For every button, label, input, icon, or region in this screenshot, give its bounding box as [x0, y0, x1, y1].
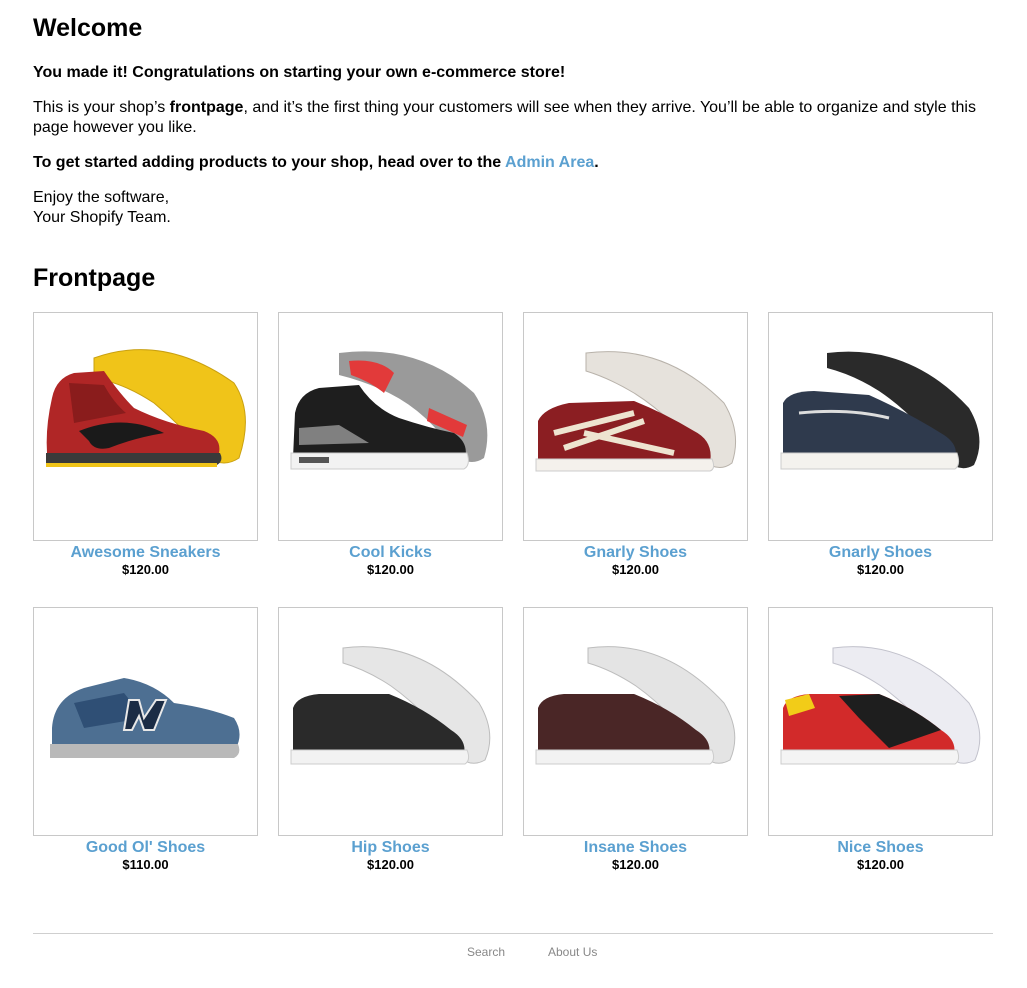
- product-image[interactable]: [33, 312, 258, 541]
- product-card[interactable]: Gnarly Shoes $120.00: [523, 312, 748, 578]
- congrats-text: You made it! Congratulations on starting…: [33, 64, 566, 81]
- black-leather-sneaker-icon: [290, 646, 491, 765]
- product-card[interactable]: Good Ol' Shoes $110.00: [33, 607, 258, 873]
- signoff-line-2: Your Shopify Team.: [33, 209, 171, 226]
- product-card[interactable]: Gnarly Shoes $120.00: [768, 312, 993, 578]
- product-image[interactable]: [523, 312, 748, 541]
- product-card[interactable]: Cool Kicks $120.00: [278, 312, 503, 578]
- intro-paragraph: This is your shop’s frontpage, and it’s …: [33, 98, 993, 138]
- product-image[interactable]: [523, 607, 748, 836]
- product-price: $120.00: [857, 562, 904, 577]
- product-card[interactable]: Insane Shoes $120.00: [523, 607, 748, 873]
- product-price: $120.00: [857, 857, 904, 872]
- welcome-title: Welcome: [33, 14, 143, 42]
- product-name-link[interactable]: Gnarly Shoes: [523, 544, 748, 562]
- product-card[interactable]: Awesome Sneakers $120.00: [33, 312, 258, 578]
- product-image[interactable]: [768, 312, 993, 541]
- product-price: $110.00: [122, 857, 169, 872]
- navy-boat-shoe-icon: [780, 351, 980, 470]
- red-yellow-sneaker-icon: [780, 646, 981, 765]
- product-price: $120.00: [612, 857, 659, 872]
- footer-link-about-us[interactable]: About Us: [548, 945, 597, 959]
- product-name-link[interactable]: Good Ol' Shoes: [33, 839, 258, 857]
- get-started-period: .: [594, 154, 599, 171]
- product-price: $120.00: [122, 562, 169, 577]
- product-name-link[interactable]: Gnarly Shoes: [768, 544, 993, 562]
- intro-text-bold: frontpage: [169, 99, 244, 116]
- page: Welcome You made it! Congratulations on …: [0, 0, 1027, 988]
- frontpage-title: Frontpage: [33, 264, 156, 292]
- product-price: $120.00: [367, 562, 414, 577]
- product-image[interactable]: [33, 607, 258, 836]
- product-image[interactable]: [278, 607, 503, 836]
- product-name-link[interactable]: Insane Shoes: [523, 839, 748, 857]
- product-name-link[interactable]: Nice Shoes: [768, 839, 993, 857]
- product-name-link[interactable]: Hip Shoes: [278, 839, 503, 857]
- product-image[interactable]: [768, 607, 993, 836]
- signoff-line-1: Enjoy the software,: [33, 189, 170, 206]
- product-price: $120.00: [367, 857, 414, 872]
- get-started-text: To get started adding products to your s…: [33, 154, 506, 171]
- get-started-paragraph: To get started adding products to your s…: [33, 153, 993, 173]
- product-name-link[interactable]: Cool Kicks: [278, 544, 503, 562]
- red-high-top-sneaker-icon: [46, 349, 246, 467]
- footer-divider: [33, 933, 993, 934]
- product-price: $120.00: [612, 562, 659, 577]
- product-name-link[interactable]: Awesome Sneakers: [33, 544, 258, 562]
- footer-link-search[interactable]: Search: [467, 945, 505, 959]
- blue-runner-icon: [50, 678, 240, 758]
- admin-area-link[interactable]: Admin Area: [505, 154, 594, 171]
- brown-leather-sneaker-icon: [535, 646, 736, 765]
- black-cement-sneaker-icon: [290, 351, 488, 470]
- product-card[interactable]: Nice Shoes $120.00: [768, 607, 993, 873]
- signoff: Enjoy the software, Your Shopify Team.: [33, 188, 993, 228]
- maroon-sneaker-icon: [535, 351, 737, 472]
- product-card[interactable]: Hip Shoes $120.00: [278, 607, 503, 873]
- intro-text-start: This is your shop’s: [33, 99, 170, 116]
- product-image[interactable]: [278, 312, 503, 541]
